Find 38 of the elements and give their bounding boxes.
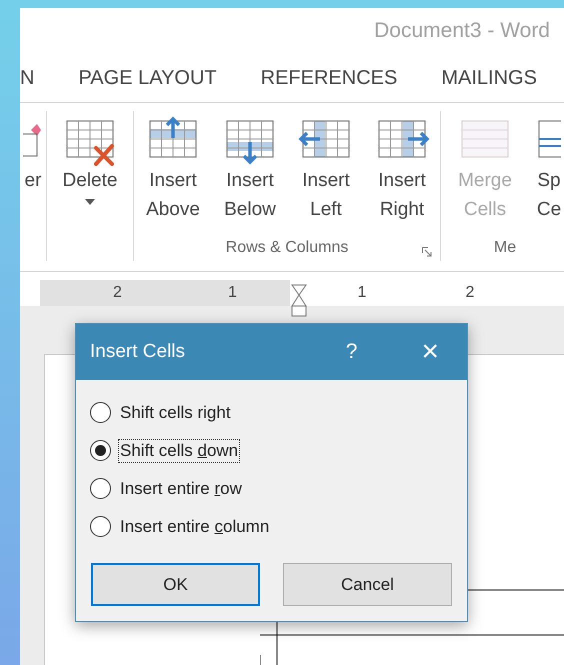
ribbon-button-label[interactable]: Sp bbox=[537, 166, 561, 195]
ribbon-tab[interactable]: PAGE LAYOUT bbox=[78, 66, 217, 90]
ribbon-button-label[interactable]: Below bbox=[224, 195, 276, 224]
radio-button[interactable] bbox=[90, 402, 111, 423]
ribbon-tab[interactable]: REFERENCES bbox=[260, 66, 398, 90]
help-button[interactable]: ? bbox=[346, 340, 358, 364]
group-label: Me bbox=[494, 239, 516, 258]
window-title: Document3 - Word bbox=[374, 19, 550, 43]
ruler-number: 1 bbox=[358, 284, 366, 302]
radio-button[interactable] bbox=[90, 440, 111, 461]
ok-button[interactable]: OK bbox=[91, 563, 260, 606]
radio-button[interactable] bbox=[90, 516, 111, 537]
ruler-number: 2 bbox=[466, 284, 474, 302]
ribbon-tab[interactable]: N bbox=[20, 66, 34, 90]
radio-label[interactable]: Insert entire row bbox=[118, 476, 244, 500]
ribbon-button-label[interactable]: Right bbox=[380, 195, 424, 224]
ribbon-button-label[interactable]: Ce bbox=[536, 195, 562, 224]
ruler-number: 2 bbox=[113, 284, 122, 302]
ribbon-button-label[interactable]: Insert bbox=[149, 166, 197, 195]
group-label: Rows & Columns bbox=[226, 239, 348, 258]
radio-button[interactable] bbox=[90, 478, 111, 499]
ribbon-button-label[interactable]: Left bbox=[310, 195, 342, 224]
close-button[interactable]: × bbox=[421, 337, 439, 367]
ruler-number: 1 bbox=[228, 284, 237, 302]
ribbon-button-label[interactable]: er bbox=[24, 166, 42, 195]
ribbon-button-label[interactable]: Insert bbox=[226, 166, 274, 195]
ribbon-tab[interactable]: MAILINGS bbox=[441, 66, 537, 90]
ribbon-button-label[interactable]: Insert bbox=[378, 166, 426, 195]
ribbon-button-label[interactable]: Insert bbox=[302, 166, 350, 195]
ribbon-button-label[interactable]: Delete bbox=[62, 166, 118, 195]
radio-label[interactable]: Shift cells down bbox=[118, 438, 240, 462]
radio-label[interactable]: Insert entire column bbox=[118, 514, 272, 538]
indent-marker-icon[interactable] bbox=[290, 284, 308, 316]
ribbon-button-label[interactable]: Above bbox=[146, 195, 200, 224]
radio-label[interactable]: Shift cells right bbox=[118, 400, 233, 424]
dialog-title: Insert Cells bbox=[90, 341, 186, 363]
dialog-launcher-icon[interactable] bbox=[422, 247, 432, 257]
cancel-button[interactable]: Cancel bbox=[283, 563, 452, 606]
